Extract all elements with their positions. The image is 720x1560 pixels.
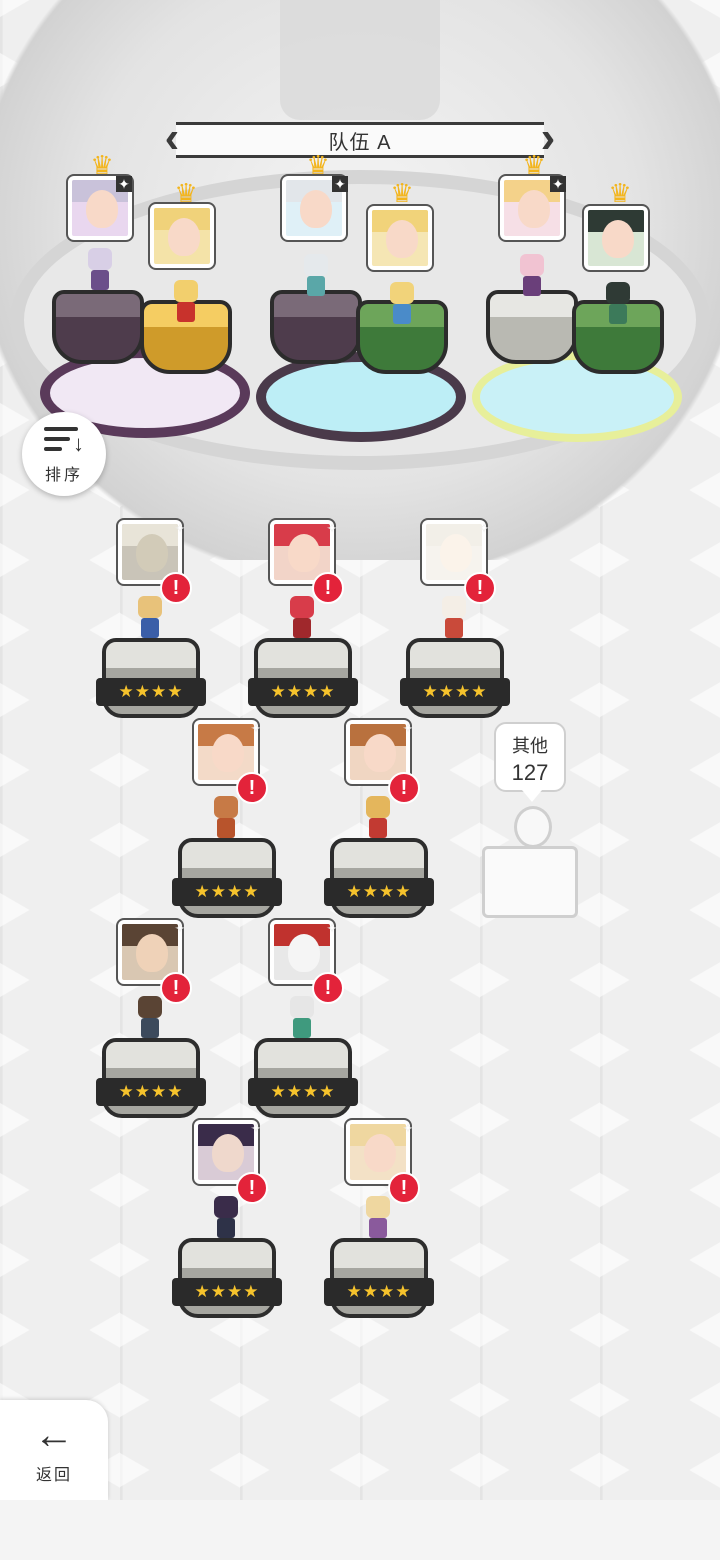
sparkle-icon: ✧ — [250, 720, 262, 736]
hero-chibi — [282, 596, 322, 640]
hero-chibi — [206, 796, 246, 840]
arrow-left-icon: ← — [34, 1413, 74, 1457]
star-rating: ★★★★ — [172, 1278, 282, 1306]
hero-chibi — [358, 796, 398, 840]
roster-card[interactable]: ✧ ! ★★★★ — [248, 920, 358, 1130]
hero-chibi — [282, 996, 322, 1040]
others-label: 其他 — [512, 736, 548, 756]
roster-card[interactable]: ✧ ! ★★★★ — [248, 520, 358, 730]
sort-icon: ↓ — [44, 423, 84, 457]
roster-card[interactable]: ✧ ! ★★★★ — [324, 720, 434, 930]
sort-label: 排序 — [44, 467, 83, 484]
hero-chibi — [130, 996, 170, 1040]
star-rating: ★★★★ — [96, 1078, 206, 1106]
team-slot-1-chibi-a — [80, 248, 120, 292]
sparkle-icon: ✧ — [326, 520, 338, 536]
hero-chibi — [206, 1196, 246, 1240]
team-slot-2-portrait-b[interactable] — [368, 206, 432, 270]
placeholder-head — [514, 806, 552, 848]
team-slot-1-portrait-b[interactable] — [150, 204, 214, 268]
team-slot-3-chibi-a — [512, 254, 552, 298]
sparkle-icon: ✧ — [174, 520, 186, 536]
placeholder-pedestal — [482, 846, 578, 918]
roster-card[interactable]: ✧ ! ★★★★ — [172, 1120, 282, 1330]
sparkle-icon: ✦ — [116, 176, 132, 192]
others-placeholder[interactable] — [482, 800, 578, 920]
sparkle-icon: ✧ — [402, 1120, 414, 1136]
star-rating: ★★★★ — [248, 1078, 358, 1106]
star-rating: ★★★★ — [96, 678, 206, 706]
star-rating: ★★★★ — [400, 678, 510, 706]
crown-icon: ♛ — [608, 178, 632, 208]
hero-chibi — [434, 596, 474, 640]
sparkle-icon: ✧ — [478, 520, 490, 536]
team-slot-2-pedestal-a[interactable] — [270, 290, 362, 364]
crown-icon: ♛ — [390, 178, 414, 208]
team-slot-2-chibi-a — [296, 254, 336, 298]
star-rating: ★★★★ — [248, 678, 358, 706]
back-label: 返回 — [35, 1467, 72, 1484]
back-button[interactable]: ← 返回 — [0, 1400, 108, 1500]
sparkle-icon: ✦ — [332, 176, 348, 192]
crown-icon: ♛ — [522, 150, 546, 180]
star-rating: ★★★★ — [324, 878, 434, 906]
hero-chibi — [130, 596, 170, 640]
sort-button[interactable]: ↓ 排序 — [22, 412, 106, 496]
crown-icon: ♛ — [90, 150, 114, 180]
team-slot-2-chibi-b — [382, 282, 422, 326]
team-slot-1-chibi-b — [166, 280, 206, 324]
crown-icon: ♛ — [174, 178, 198, 208]
roster-card[interactable]: ✧ ! ★★★★ — [400, 520, 510, 730]
arena-pillar — [280, 0, 440, 120]
bottom-strip — [0, 1500, 720, 1560]
chevron-left-icon[interactable]: ‹ — [160, 116, 184, 164]
others-count: 127 — [511, 760, 549, 785]
team-slot-3-pedestal-a[interactable] — [486, 290, 578, 364]
roster-card[interactable]: ✧ ! ★★★★ — [324, 1120, 434, 1330]
crown-icon: ♛ — [306, 150, 330, 180]
roster-card[interactable]: ✧ ! ★★★★ — [96, 920, 206, 1130]
team-slot-1-pedestal-a[interactable] — [52, 290, 144, 364]
others-bubble[interactable]: 其他 127 — [494, 722, 566, 802]
star-rating: ★★★★ — [172, 878, 282, 906]
team-slot-3-portrait-b[interactable] — [584, 206, 648, 270]
sparkle-icon: ✧ — [250, 1120, 262, 1136]
team-title: 队伍 A — [328, 131, 392, 154]
sparkle-icon: ✧ — [326, 920, 338, 936]
hero-chibi — [358, 1196, 398, 1240]
sparkle-icon: ✧ — [402, 720, 414, 736]
roster-card[interactable]: ✧ ! ★★★★ — [96, 520, 206, 730]
star-rating: ★★★★ — [324, 1278, 434, 1306]
sparkle-icon: ✧ — [174, 920, 186, 936]
team-slot-3-chibi-b — [598, 282, 638, 326]
team-banner: ‹ 队伍 A › — [160, 116, 560, 164]
roster-card[interactable]: ✧ ! ★★★★ — [172, 720, 282, 930]
sparkle-icon: ✦ — [550, 176, 566, 192]
